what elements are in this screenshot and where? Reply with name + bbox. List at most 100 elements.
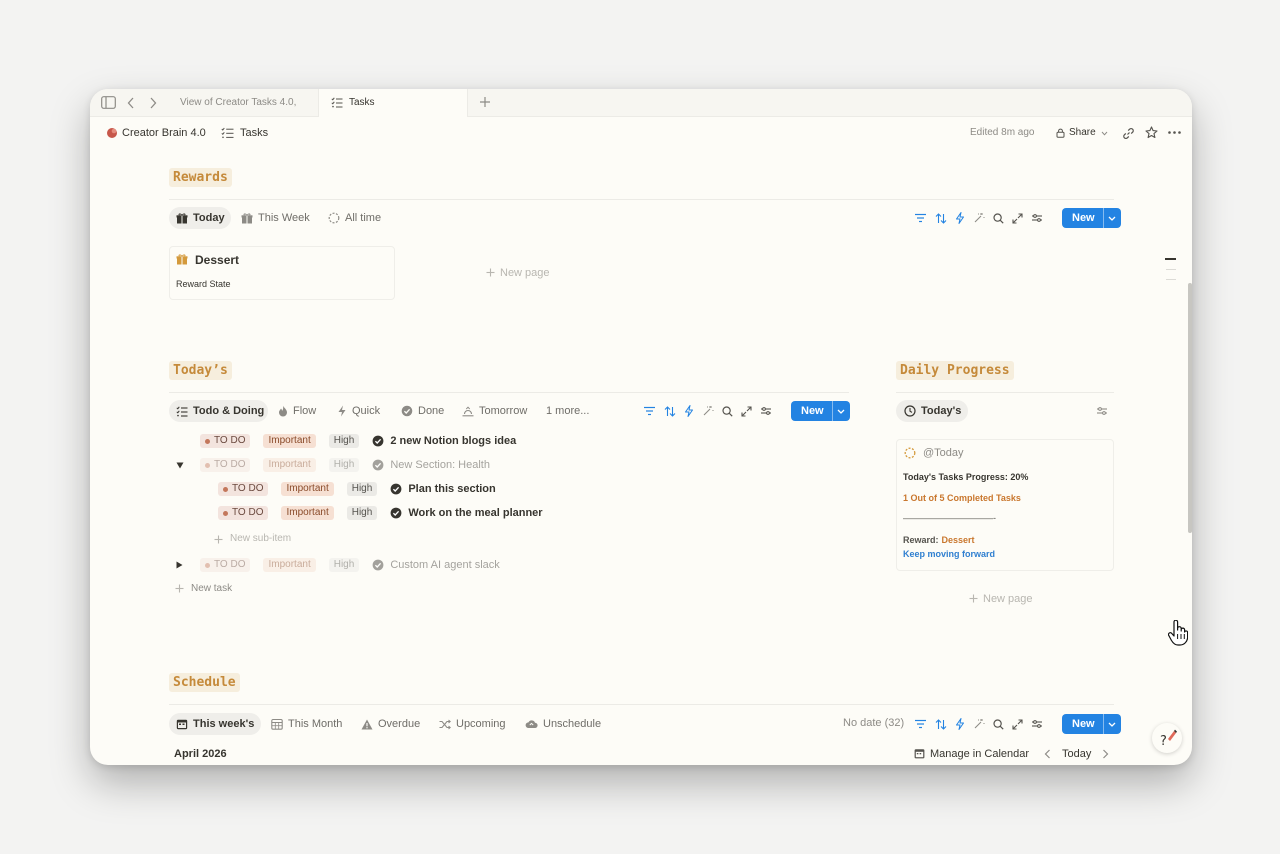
- star-icon[interactable]: [1145, 126, 1158, 139]
- calendar-today-button[interactable]: Today: [1062, 748, 1091, 760]
- table-row[interactable]: TO DO Important High Work on the meal pl…: [218, 505, 543, 521]
- table-row[interactable]: TO DO Important High 2 new Notion blogs …: [200, 433, 516, 449]
- settings-sliders-icon[interactable]: [1031, 213, 1043, 223]
- breadcrumb-tasks[interactable]: Tasks: [240, 127, 268, 139]
- expand-icon[interactable]: [1012, 718, 1023, 730]
- daily-progress-tab-today[interactable]: Today's: [904, 400, 961, 422]
- rewards-new-button[interactable]: New: [1062, 208, 1121, 228]
- level-tag[interactable]: High: [328, 558, 360, 572]
- forward-icon[interactable]: [149, 97, 157, 109]
- breadcrumb-workspace[interactable]: Creator Brain 4.0: [122, 127, 206, 139]
- filter-icon[interactable]: [914, 719, 927, 729]
- schedule-tab-overdue[interactable]: Overdue: [361, 713, 420, 735]
- checkbox-done-icon[interactable]: [372, 435, 384, 447]
- sort-icon[interactable]: [664, 405, 676, 417]
- rewards-tab-today[interactable]: Today: [176, 207, 225, 229]
- link-icon[interactable]: [1122, 127, 1135, 140]
- filter-icon[interactable]: [914, 213, 927, 223]
- status-tag[interactable]: TO DO: [200, 458, 251, 472]
- priority-tag[interactable]: Important: [263, 558, 316, 572]
- automation-bolt-icon[interactable]: [955, 718, 965, 730]
- search-icon[interactable]: [993, 212, 1004, 224]
- tab-view-of-creator-tasks[interactable]: View of Creator Tasks 4.0,: [180, 97, 296, 108]
- daily-progress-new-page[interactable]: New page: [983, 593, 1033, 605]
- expand-triangle-icon[interactable]: [176, 561, 183, 569]
- todays-tab-todo-doing[interactable]: Todo & Doing: [176, 400, 264, 422]
- new-task[interactable]: New task: [191, 583, 232, 594]
- task-title[interactable]: Custom AI agent slack: [390, 559, 499, 571]
- schedule-tab-this-month[interactable]: This Month: [271, 713, 342, 735]
- todays-tab-done[interactable]: Done: [401, 400, 444, 422]
- todays-tab-flow[interactable]: Flow: [278, 400, 316, 422]
- todays-tab-more[interactable]: 1 more...: [546, 400, 589, 422]
- level-tag[interactable]: High: [328, 434, 360, 448]
- task-title[interactable]: 2 new Notion blogs idea: [390, 435, 516, 447]
- level-tag[interactable]: High: [346, 506, 378, 520]
- expand-icon[interactable]: [1012, 212, 1023, 224]
- filter-icon[interactable]: [643, 406, 656, 416]
- status-tag[interactable]: TO DO: [200, 434, 251, 448]
- no-date-count[interactable]: No date (32): [843, 717, 904, 729]
- todays-tab-quick[interactable]: Quick: [337, 400, 380, 422]
- table-row[interactable]: TO DO Important High Plan this section: [218, 481, 496, 497]
- automation-bolt-icon[interactable]: [684, 405, 694, 417]
- sidebar-toggle-icon[interactable]: [101, 96, 116, 109]
- back-icon[interactable]: [127, 97, 135, 109]
- expand-icon[interactable]: [741, 405, 752, 417]
- collapse-triangle-icon[interactable]: [176, 462, 184, 469]
- table-row[interactable]: TO DO Important High Custom AI agent sla…: [200, 557, 500, 573]
- calendar-next-icon[interactable]: [1102, 749, 1109, 759]
- rewards-new-page[interactable]: New page: [500, 267, 550, 279]
- todays-tab-tomorrow[interactable]: Tomorrow: [462, 400, 527, 422]
- scrollbar-thumb[interactable]: [1188, 283, 1192, 533]
- rewards-tab-this-week[interactable]: This Week: [241, 207, 310, 229]
- shuffle-icon: [439, 719, 451, 730]
- checkbox-done-icon[interactable]: [390, 483, 402, 495]
- priority-tag[interactable]: Important: [263, 458, 316, 472]
- priority-tag[interactable]: Important: [281, 482, 334, 496]
- schedule-tab-this-week[interactable]: This week's: [176, 713, 254, 735]
- schedule-new-button[interactable]: New: [1062, 714, 1121, 734]
- reward-card-property: Reward State: [176, 279, 231, 289]
- task-title[interactable]: New Section: Health: [390, 459, 490, 471]
- chevron-down-icon[interactable]: [1102, 208, 1121, 228]
- new-tab-icon[interactable]: [479, 96, 491, 108]
- priority-tag[interactable]: Important: [281, 506, 334, 520]
- search-icon[interactable]: [993, 718, 1004, 730]
- table-row[interactable]: TO DO Important High New Section: Health: [200, 457, 490, 473]
- level-tag[interactable]: High: [346, 482, 378, 496]
- task-title[interactable]: Work on the meal planner: [408, 507, 542, 519]
- level-tag[interactable]: High: [328, 458, 360, 472]
- manage-in-calendar[interactable]: Manage in Calendar: [930, 748, 1029, 760]
- ai-sparkle-icon[interactable]: [702, 405, 714, 417]
- reward-value[interactable]: Dessert: [942, 535, 975, 545]
- priority-tag[interactable]: Important: [263, 434, 316, 448]
- todays-new-button[interactable]: New: [791, 401, 850, 421]
- automation-bolt-icon[interactable]: [955, 212, 965, 224]
- more-options-icon[interactable]: [1168, 131, 1181, 134]
- ai-sparkle-icon[interactable]: [973, 718, 985, 730]
- chevron-down-icon[interactable]: [831, 401, 850, 421]
- status-tag[interactable]: TO DO: [200, 558, 251, 572]
- sort-icon[interactable]: [935, 212, 947, 224]
- ai-sparkle-icon[interactable]: [973, 212, 985, 224]
- checkbox-done-icon[interactable]: [390, 507, 402, 519]
- rewards-tab-all-time[interactable]: All time: [328, 207, 381, 229]
- schedule-tab-upcoming[interactable]: Upcoming: [439, 713, 506, 735]
- checkbox-done-icon[interactable]: [372, 459, 384, 471]
- schedule-tab-unschedule[interactable]: Unschedule: [525, 713, 601, 735]
- task-title[interactable]: Plan this section: [408, 483, 495, 495]
- calendar-prev-icon[interactable]: [1044, 749, 1051, 759]
- sort-icon[interactable]: [935, 718, 947, 730]
- settings-sliders-icon[interactable]: [760, 406, 772, 416]
- settings-sliders-icon[interactable]: [1031, 719, 1043, 729]
- chevron-down-icon[interactable]: [1102, 714, 1121, 734]
- outline-marker-active[interactable]: [1165, 258, 1176, 260]
- share-button[interactable]: Share: [1069, 127, 1096, 138]
- status-tag[interactable]: TO DO: [218, 506, 269, 520]
- settings-sliders-icon[interactable]: [1096, 406, 1108, 416]
- checkbox-done-icon[interactable]: [372, 559, 384, 571]
- status-tag[interactable]: TO DO: [218, 482, 269, 496]
- new-sub-item[interactable]: New sub-item: [230, 533, 291, 544]
- search-icon[interactable]: [722, 405, 733, 417]
